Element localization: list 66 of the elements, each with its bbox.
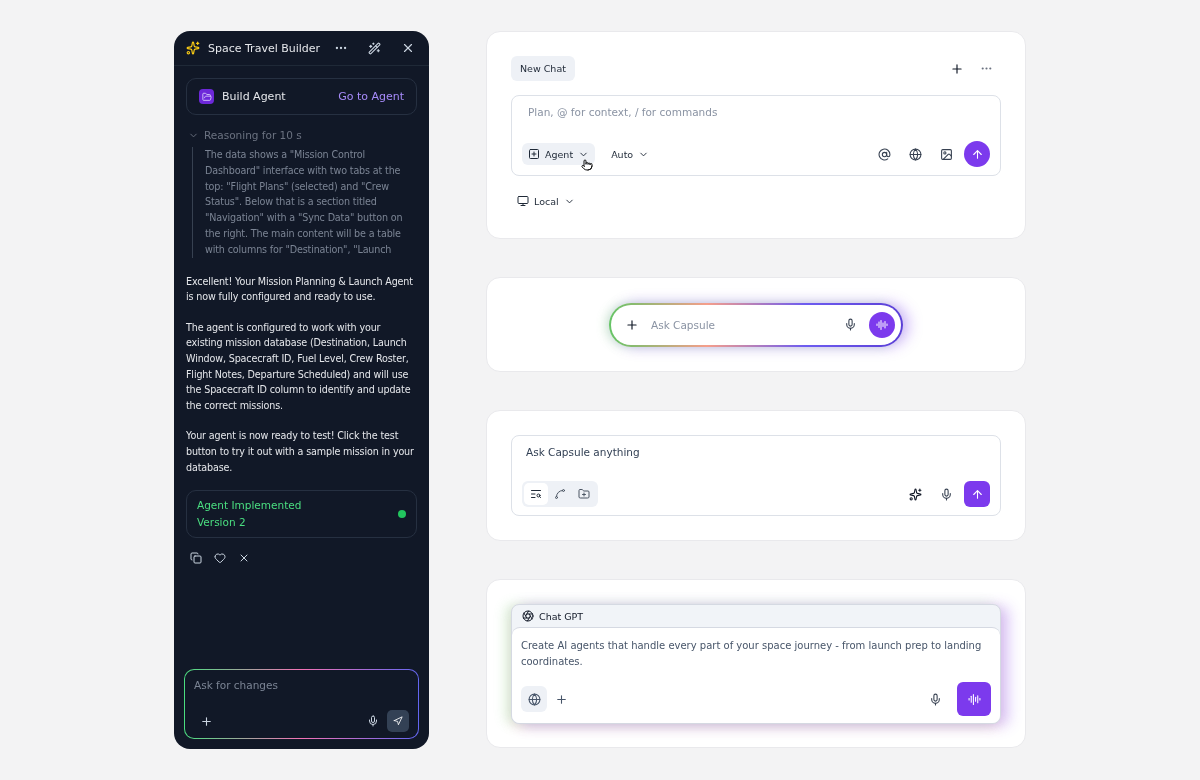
folder-icon — [199, 89, 214, 104]
submit-button[interactable] — [964, 481, 990, 507]
go-to-agent-link[interactable]: Go to Agent — [338, 90, 404, 103]
panel-title: Space Travel Builder — [208, 41, 322, 55]
square-plus-icon — [528, 148, 540, 160]
globe-icon — [527, 692, 541, 706]
at-sign-icon — [878, 147, 891, 161]
sparkles-icon — [186, 41, 200, 55]
mic-icon — [367, 715, 379, 727]
plus-icon — [555, 692, 568, 706]
reasoning-text: The data shows a "Mission Control Dashboard" interface with two tabs at the top: "Flight Plans" (selected) and "Crew Status". Below that is a section titled "Navigation" with a "Sync Data" button on the right. The main content will be a table with columns for "Destination", "Launch — [192, 147, 417, 258]
aperture-icon — [522, 610, 534, 622]
model-dropdown[interactable]: Auto — [605, 143, 656, 165]
folder-plus-icon — [578, 488, 590, 500]
arrow-up-icon — [970, 487, 984, 501]
model-label: Chat GPT — [539, 610, 584, 622]
submit-button[interactable] — [964, 141, 990, 167]
voice-button[interactable] — [957, 682, 991, 716]
prompt-field[interactable]: Create AI agents that handle every part of your space journey - from launch prep to landing coordinates. — [512, 627, 1000, 723]
monitor-icon — [517, 195, 529, 207]
new-chat-tab[interactable]: New Chat — [511, 56, 575, 81]
globe-icon — [909, 147, 922, 161]
globe-button[interactable] — [521, 686, 547, 712]
magic-wand-icon — [368, 41, 381, 55]
copy-button[interactable] — [190, 552, 202, 565]
send-icon — [393, 715, 403, 727]
prompt-field[interactable]: Ask Capsule anything — [526, 446, 986, 458]
changes-field[interactable]: Ask for changes — [194, 679, 409, 691]
arrow-up-icon — [970, 147, 984, 161]
copy-icon — [190, 552, 202, 565]
agent-label: Build Agent — [222, 90, 287, 103]
prompt-field[interactable]: Plan, @ for context, / for commands — [528, 106, 986, 118]
magic-wand-button[interactable] — [368, 41, 381, 55]
plus-icon — [200, 714, 213, 728]
mic-button[interactable] — [844, 318, 857, 331]
mic-icon — [940, 487, 953, 501]
sparkles-icon — [909, 487, 922, 501]
image-icon — [940, 147, 953, 161]
audio-lines-icon — [876, 318, 888, 331]
add-button[interactable] — [200, 714, 213, 728]
mic-icon — [929, 692, 942, 706]
audio-lines-icon — [967, 692, 981, 706]
plus-icon — [625, 317, 639, 332]
reasoning-toggle[interactable]: Reasoning for 10 s — [188, 129, 417, 141]
voice-button[interactable] — [869, 311, 895, 338]
heart-button[interactable] — [214, 552, 226, 565]
text-search-icon — [530, 488, 542, 500]
plus-icon — [950, 61, 964, 76]
add-button[interactable] — [555, 692, 568, 706]
close-icon — [401, 41, 415, 55]
mic-button[interactable] — [367, 715, 379, 727]
location-dropdown[interactable]: Local — [511, 190, 581, 212]
prompt-text: Create AI agents that handle every part of your space journey - from launch prep to landing coordinates. — [521, 639, 983, 669]
search-tool[interactable] — [524, 483, 548, 505]
heart-icon — [214, 552, 226, 565]
spline-icon — [554, 488, 566, 500]
ask-capsule-field[interactable]: Ask Capsule — [651, 318, 832, 331]
send-button[interactable] — [387, 710, 409, 732]
message-text: The agent is configured to work with your existing mission database (Destination, Launch Window, Spacecraft ID, Fuel Level, Crew Roster, Flight Notes, Departure Scheduled) and will use the Spacecraft ID column to identify and update the correct missions. — [186, 320, 412, 413]
pointer-icon — [581, 159, 594, 171]
mic-icon — [844, 318, 857, 331]
close-button[interactable] — [401, 41, 415, 55]
message-text: Your agent is now ready to test! Click the test button to try it out with a sample mission in your database. — [186, 429, 415, 475]
version-label: Version 2 — [197, 515, 247, 531]
message-text: Excellent! Your Mission Planning & Launch Agent is now fully configured and ready to use. — [186, 274, 414, 305]
status-title: Agent Implemented — [197, 498, 303, 514]
